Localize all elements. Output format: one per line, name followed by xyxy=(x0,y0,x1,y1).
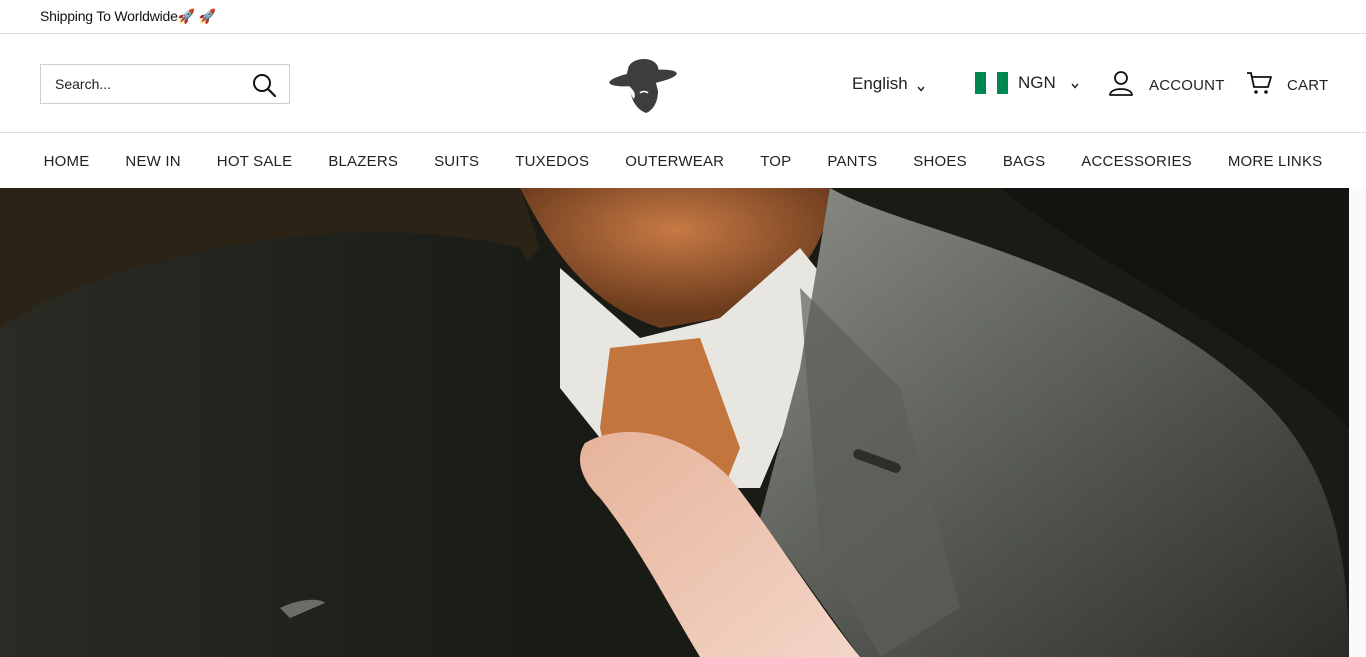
chevron-down-icon xyxy=(916,79,926,92)
account-label: ACCOUNT xyxy=(1149,77,1225,94)
nav-item-suits[interactable]: SUITS xyxy=(434,153,479,170)
nav-item-outerwear[interactable]: OUTERWEAR xyxy=(625,153,724,170)
nav-item-accessories[interactable]: ACCESSORIES xyxy=(1081,153,1192,170)
announcement-bar: Shipping To Worldwide🚀 🚀 xyxy=(0,0,1366,34)
nav-item-shoes[interactable]: SHOES xyxy=(913,153,967,170)
announcement-text: Shipping To Worldwide🚀 🚀 xyxy=(40,8,216,24)
nav-item-hot-sale[interactable]: HOT SALE xyxy=(217,153,293,170)
account-link[interactable]: ACCOUNT xyxy=(1107,69,1225,102)
store-logo[interactable] xyxy=(606,47,678,119)
nav-item-tuxedos[interactable]: TUXEDOS xyxy=(515,153,589,170)
main-navigation: HOME NEW IN HOT SALE BLAZERS SUITS TUXED… xyxy=(0,134,1366,188)
user-icon xyxy=(1107,69,1135,102)
currency-code: NGN xyxy=(1018,73,1056,92)
language-selector[interactable]: English xyxy=(852,74,926,94)
nav-item-more-links[interactable]: MORE LINKS xyxy=(1228,153,1323,170)
search-box xyxy=(40,64,290,104)
nav-item-pants[interactable]: PANTS xyxy=(827,153,877,170)
nav-item-new-in[interactable]: NEW IN xyxy=(125,153,180,170)
site-header: English NGN ACCOUNT xyxy=(0,35,1366,133)
currency-selector[interactable]: NGN xyxy=(975,72,1080,94)
search-input[interactable] xyxy=(41,65,241,103)
page-scrollbar[interactable] xyxy=(1349,188,1366,657)
nav-item-home[interactable]: HOME xyxy=(44,153,90,170)
hero-banner-image[interactable] xyxy=(0,188,1349,657)
nav-item-bags[interactable]: BAGS xyxy=(1003,153,1045,170)
cart-icon xyxy=(1245,69,1273,102)
language-label: English xyxy=(852,74,908,93)
cart-label: CART xyxy=(1287,77,1329,94)
search-icon[interactable] xyxy=(251,72,277,98)
cart-link[interactable]: CART xyxy=(1245,69,1328,102)
nav-item-top[interactable]: TOP xyxy=(760,153,791,170)
nav-item-blazers[interactable]: BLAZERS xyxy=(328,153,398,170)
chevron-down-icon xyxy=(1070,78,1080,89)
nigeria-flag-icon xyxy=(975,72,1008,94)
